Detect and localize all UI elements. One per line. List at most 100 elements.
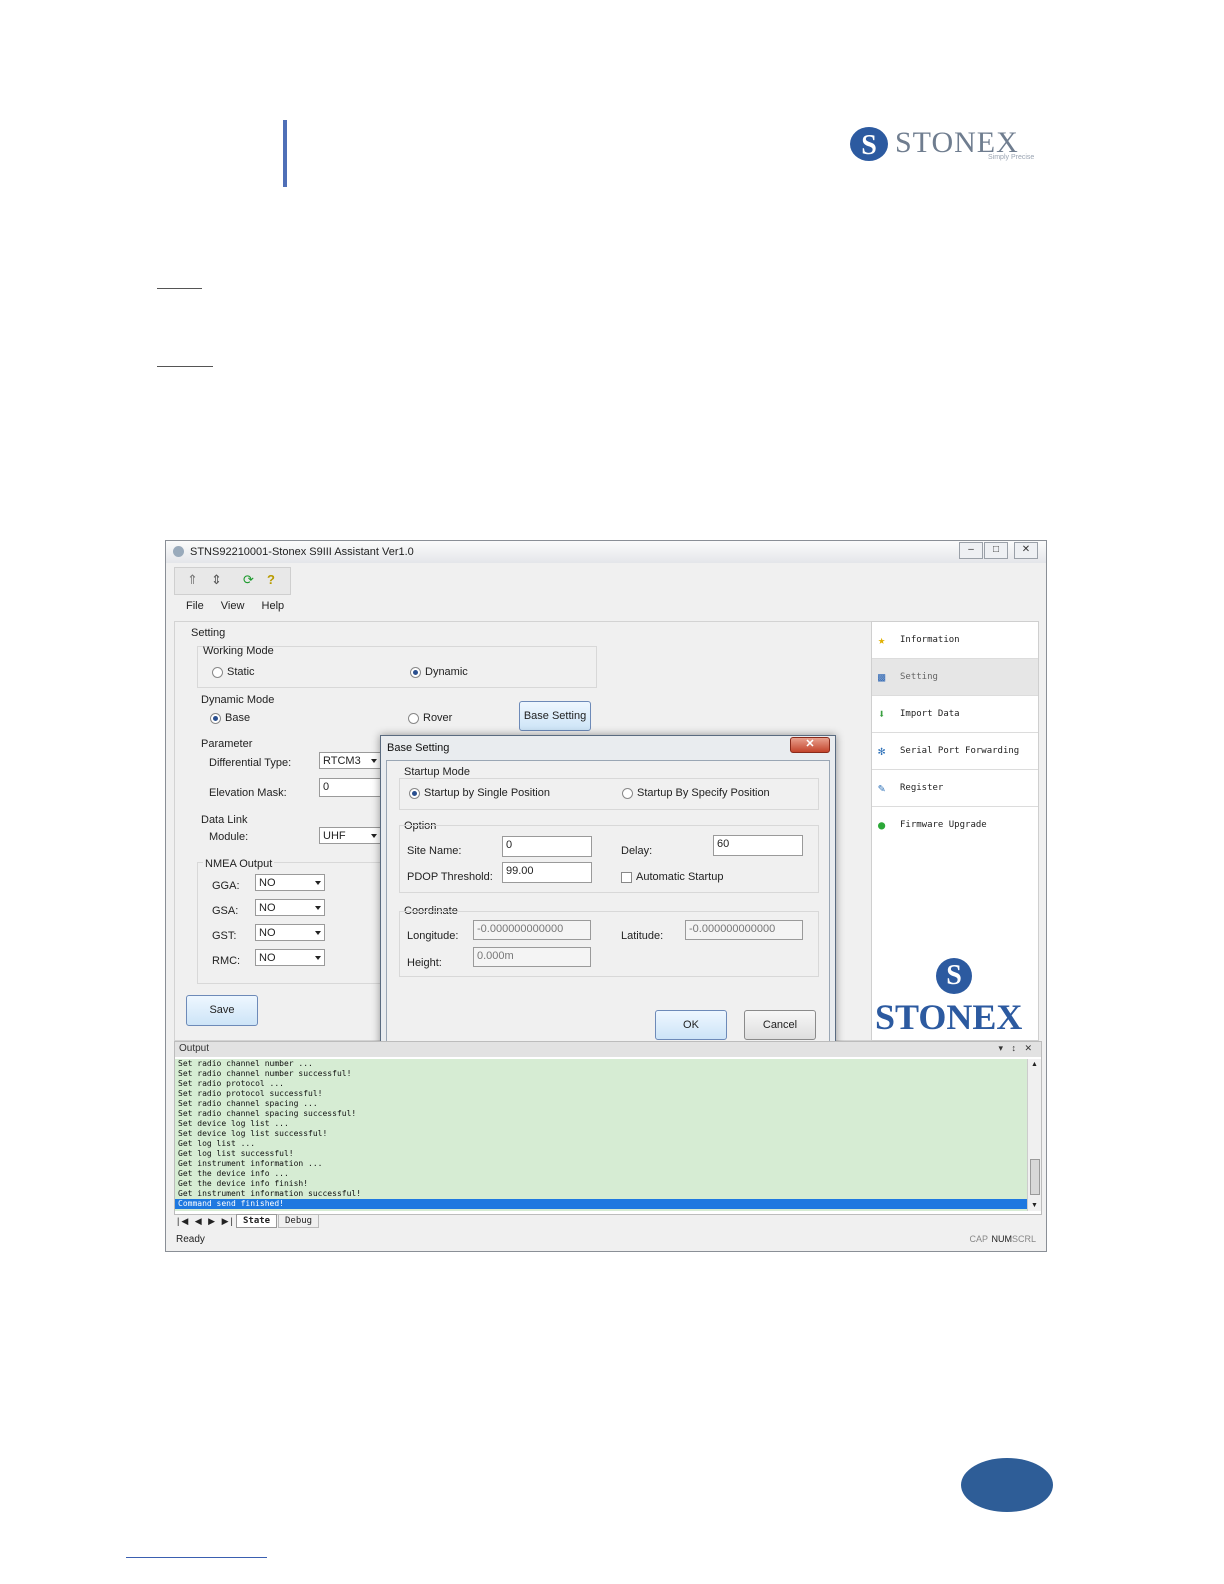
log-line: Get the device info ...: [178, 1169, 289, 1178]
disconnect-icon[interactable]: ⇕: [211, 572, 222, 588]
latitude-label: Latitude:: [621, 930, 664, 942]
nmea-rmc-select[interactable]: NO: [255, 949, 325, 966]
sidebar-item-serial-port-forwarding[interactable]: ✻ Serial Port Forwarding: [872, 733, 1038, 770]
output-log[interactable]: Set radio channel number ... Set radio ch…: [175, 1059, 1027, 1211]
scroll-down-icon[interactable]: ▼: [1031, 1202, 1038, 1209]
log-line: Set device log list ...: [178, 1119, 289, 1128]
tab-nav-arrows[interactable]: |◀ ◀ ▶ ▶|: [177, 1216, 235, 1227]
output-scrollbar[interactable]: ▲ ▼: [1027, 1059, 1041, 1211]
page-number-badge: [961, 1458, 1053, 1512]
app-icon: [173, 546, 184, 557]
output-header: Output ▾ ↕ ✕: [175, 1042, 1041, 1057]
module-label: Module:: [209, 831, 249, 843]
output-panel-controls[interactable]: ▾ ↕ ✕: [998, 1043, 1035, 1054]
tab-debug[interactable]: Debug: [278, 1214, 320, 1228]
menu-help[interactable]: Help: [262, 600, 285, 612]
connect-icon[interactable]: ⇑: [187, 572, 198, 588]
radio-rover[interactable]: Rover: [408, 712, 452, 724]
delay-label: Delay:: [621, 845, 653, 857]
register-icon: ✎: [878, 781, 886, 795]
parameter-label: Parameter: [201, 738, 253, 750]
sidebar-logo-mark: S: [936, 958, 972, 994]
pdop-threshold-label: PDOP Threshold:: [407, 871, 493, 883]
latitude-input[interactable]: -0.000000000000: [685, 920, 803, 940]
nmea-output-label: NMEA Output: [203, 858, 275, 870]
help-icon[interactable]: ?: [267, 572, 275, 587]
log-line: Get instrument information successful!: [178, 1189, 362, 1198]
menu-file[interactable]: File: [186, 600, 204, 612]
sidebar-item-firmware-upgrade[interactable]: ● Firmware Upgrade: [872, 807, 1038, 843]
pdop-threshold-input[interactable]: 99.00: [502, 862, 592, 883]
sidebar-item-information[interactable]: ★ Information: [872, 622, 1038, 659]
status-num: NUM: [991, 1234, 1013, 1244]
save-button[interactable]: Save: [186, 995, 258, 1026]
upgrade-icon: ●: [878, 818, 886, 832]
differential-type-label: Differential Type:: [209, 757, 292, 769]
menu-bar: File View Help: [186, 600, 298, 612]
dialog-title: Base Setting: [387, 742, 450, 754]
log-line: Set radio channel spacing ...: [178, 1099, 318, 1108]
log-line: Get the device info finish!: [178, 1179, 309, 1188]
dynamic-mode-label: Dynamic Mode: [201, 694, 275, 706]
sidebar-logo-text: STONEX: [875, 997, 1023, 1037]
network-icon: ✻: [878, 744, 886, 758]
elevation-mask-input[interactable]: 0: [319, 778, 381, 797]
setting-title: Setting: [191, 627, 226, 639]
stonex-logo: S STONEX Simply Precise: [845, 124, 1050, 166]
cancel-button[interactable]: Cancel: [744, 1010, 816, 1040]
sidebar-item-import-data[interactable]: ⬇ Import Data: [872, 696, 1038, 733]
scroll-up-icon[interactable]: ▲: [1031, 1061, 1038, 1068]
base-setting-dialog: Base Setting ✕ Startup Mode Startup by S…: [380, 735, 836, 1061]
automatic-startup-checkbox[interactable]: Automatic Startup: [621, 871, 723, 883]
dialog-body: Startup Mode Startup by Single Position …: [386, 760, 830, 1055]
status-bar: Ready CAP NUM SCRL: [174, 1231, 1040, 1249]
nmea-gst-select[interactable]: NO: [255, 924, 325, 941]
log-line: Set radio channel number ...: [178, 1059, 313, 1068]
sidebar-item-setting[interactable]: ▩ Setting: [872, 659, 1038, 696]
elevation-mask-label: Elevation Mask:: [209, 787, 287, 799]
dialog-close-button[interactable]: ✕: [790, 737, 830, 753]
longitude-input[interactable]: -0.000000000000: [473, 920, 591, 940]
radio-dynamic[interactable]: Dynamic: [410, 666, 468, 678]
close-button[interactable]: ✕: [1014, 542, 1038, 559]
log-line: Get log list successful!: [178, 1149, 294, 1158]
log-line: Set radio channel spacing successful!: [178, 1109, 357, 1118]
logo-tagline: Simply Precise: [988, 154, 1035, 161]
tab-state[interactable]: State: [236, 1214, 278, 1228]
nmea-gga-select[interactable]: NO: [255, 874, 325, 891]
radio-startup-single[interactable]: Startup by Single Position: [409, 787, 550, 799]
sidebar-item-register[interactable]: ✎ Register: [872, 770, 1038, 807]
log-line: Set device log list successful!: [178, 1129, 328, 1138]
refresh-icon[interactable]: ⟳: [243, 572, 254, 588]
base-setting-button[interactable]: Base Setting: [519, 701, 591, 731]
radio-startup-specify[interactable]: Startup By Specify Position: [622, 787, 770, 799]
radio-base[interactable]: Base: [210, 712, 250, 724]
startup-mode-label: Startup Mode: [404, 766, 471, 778]
star-icon: ★: [878, 633, 886, 647]
nmea-gsa-select[interactable]: NO: [255, 899, 325, 916]
site-name-input[interactable]: 0: [502, 836, 592, 857]
height-input[interactable]: 0.000m: [473, 947, 591, 967]
nmea-gst-label: GST:: [212, 930, 237, 942]
stonex-logo-icon: S: [850, 127, 888, 161]
output-panel: Output ▾ ↕ ✕ Set radio channel number ..…: [174, 1041, 1042, 1215]
nmea-rmc-label: RMC:: [212, 955, 241, 967]
delay-input[interactable]: 60: [713, 835, 803, 856]
underline-1: [157, 288, 202, 289]
differential-type-select[interactable]: RTCM3: [319, 752, 381, 769]
svg-text:S: S: [861, 130, 877, 161]
maximize-button[interactable]: □: [984, 542, 1008, 559]
app-window: STNS92210001-Stonex S9III Assistant Ver1…: [165, 540, 1047, 1252]
radio-static[interactable]: Static: [212, 666, 255, 678]
status-text: Ready: [176, 1234, 205, 1245]
nmea-gsa-label: GSA:: [212, 905, 239, 917]
minimize-button[interactable]: –: [959, 542, 983, 559]
log-line: Get instrument information ...: [178, 1159, 323, 1168]
log-line: Get log list ...: [178, 1139, 256, 1148]
module-select[interactable]: UHF: [319, 827, 381, 844]
ok-button[interactable]: OK: [655, 1010, 727, 1040]
scroll-thumb[interactable]: [1030, 1159, 1040, 1195]
log-line: Set radio protocol successful!: [178, 1089, 323, 1098]
download-icon: ⬇: [878, 707, 886, 721]
menu-view[interactable]: View: [221, 600, 245, 612]
